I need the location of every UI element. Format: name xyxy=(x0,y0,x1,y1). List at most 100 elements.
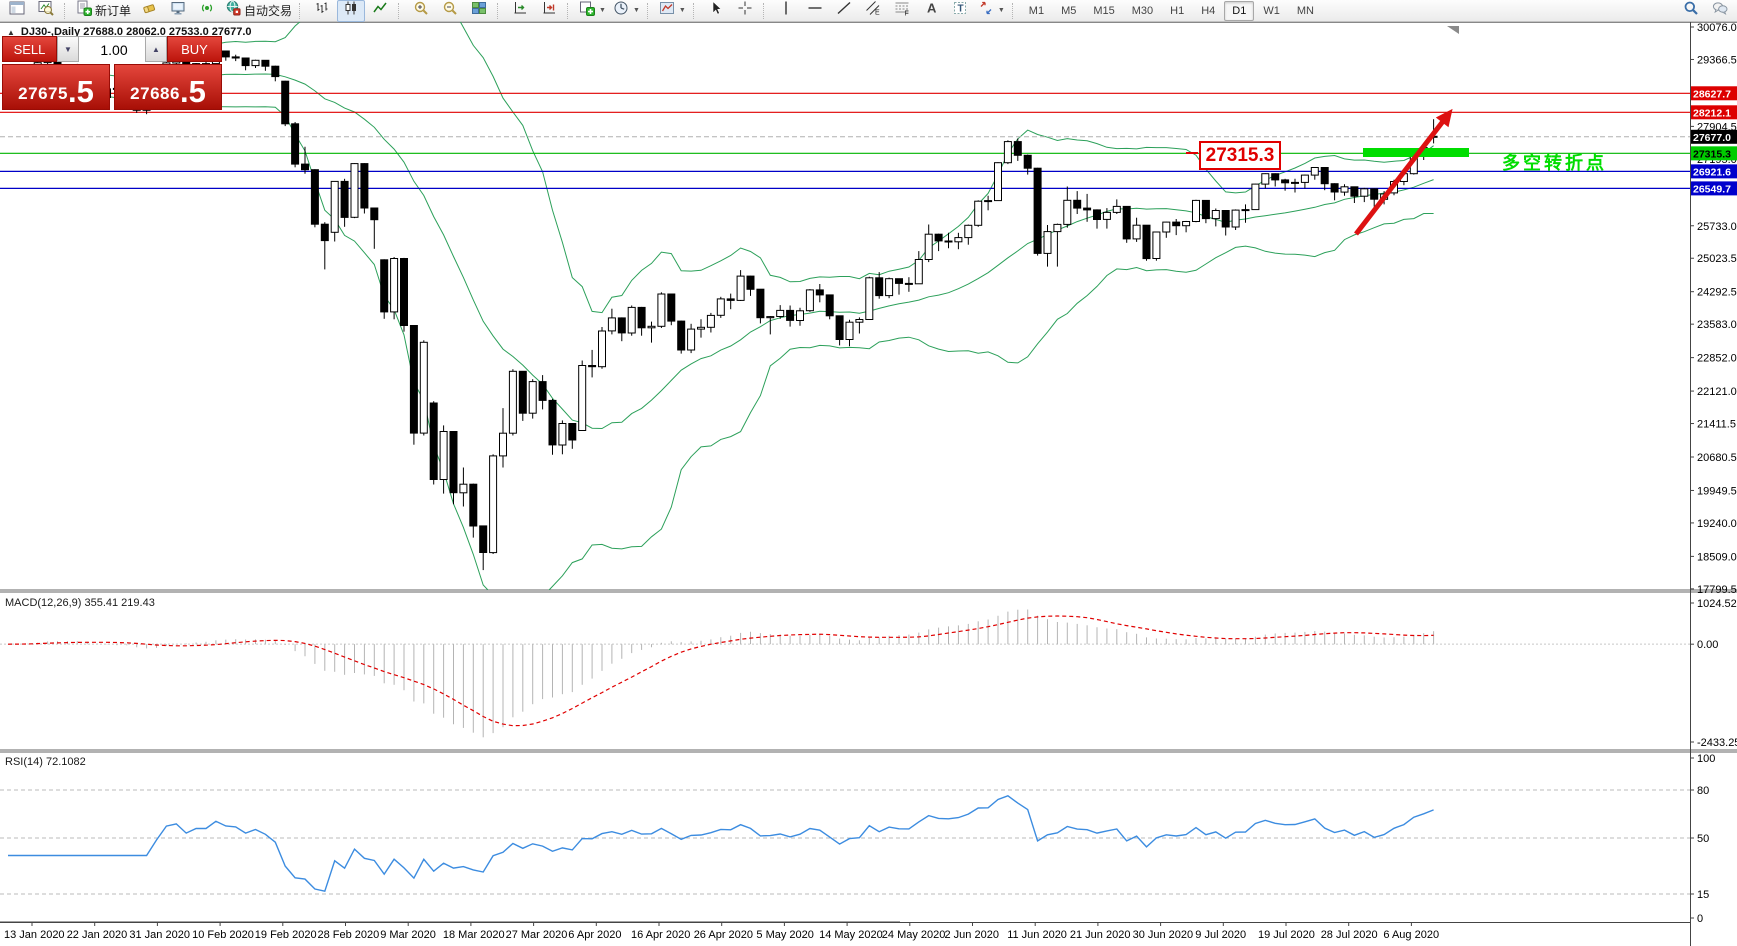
line-chart-button[interactable] xyxy=(366,0,394,22)
equidistant-channel-button[interactable]: E xyxy=(859,0,887,22)
toolbar-button-label: 新订单 xyxy=(95,2,131,19)
svg-text:6 Aug 2020: 6 Aug 2020 xyxy=(1383,929,1439,941)
svg-text:100: 100 xyxy=(1697,753,1715,765)
chart-region[interactable]: 30076.029366.527904.527195.025733.025023… xyxy=(0,22,1737,946)
svg-text:23583.0: 23583.0 xyxy=(1697,319,1737,331)
svg-text:9 Jul 2020: 9 Jul 2020 xyxy=(1195,929,1246,941)
timeframe-w1-button[interactable]: W1 xyxy=(1255,1,1288,21)
new-order-button[interactable]: 新订单 xyxy=(73,0,134,22)
svg-text:29366.5: 29366.5 xyxy=(1697,54,1737,66)
svg-text:14 May 2020: 14 May 2020 xyxy=(819,929,883,941)
signals-icon xyxy=(199,0,215,21)
terminal-icon xyxy=(170,0,186,21)
svg-text:30076.0: 30076.0 xyxy=(1697,22,1737,34)
signals-button[interactable] xyxy=(193,0,221,22)
crosshair-button[interactable] xyxy=(731,0,759,22)
toolbar-separator xyxy=(693,3,698,19)
trendline-button[interactable] xyxy=(830,0,858,22)
svg-text:24 May 2020: 24 May 2020 xyxy=(882,929,946,941)
timeframe-h1-button[interactable]: H1 xyxy=(1162,1,1192,21)
svg-text:21411.5: 21411.5 xyxy=(1697,419,1736,431)
svg-text:24292.5: 24292.5 xyxy=(1697,287,1737,299)
text-icon: A xyxy=(923,0,939,21)
label-icon: T xyxy=(952,0,968,21)
chevron-down-icon: ▼ xyxy=(679,7,686,14)
arrows-button[interactable]: ▼ xyxy=(975,0,1008,22)
sell-price-main: 27675 xyxy=(18,84,68,104)
svg-text:15: 15 xyxy=(1697,889,1709,901)
tile-windows-button[interactable] xyxy=(465,0,493,22)
timeframe-m30-button[interactable]: M30 xyxy=(1124,1,1161,21)
new-chart-button[interactable]: ▼ xyxy=(576,0,609,22)
label-button[interactable]: T xyxy=(946,0,974,22)
charts-window-icon xyxy=(9,0,25,21)
sell-button[interactable]: SELL xyxy=(2,36,57,62)
chevron-down-icon: ▼ xyxy=(633,7,640,14)
toolbar-separator xyxy=(398,3,403,19)
callout-anchor-dash xyxy=(1186,152,1198,154)
zoom-in-button[interactable] xyxy=(407,0,435,22)
svg-text:F: F xyxy=(904,11,908,17)
svg-text:21 Jun 2020: 21 Jun 2020 xyxy=(1070,929,1131,941)
svg-text:-2433.25: -2433.25 xyxy=(1697,737,1737,749)
profiles-button[interactable]: ▼ xyxy=(656,0,689,22)
text-button[interactable]: A xyxy=(917,0,945,22)
bar-chart-icon xyxy=(314,0,330,21)
volume-up-button[interactable]: ▲ xyxy=(145,36,167,62)
toolbar-button-label: 自动交易 xyxy=(244,2,292,19)
turning-point-note[interactable]: 多空转折点 xyxy=(1502,149,1607,175)
chart-shift-button[interactable] xyxy=(535,0,563,22)
charts-window-button[interactable] xyxy=(3,0,31,22)
timeframe-m1-button[interactable]: M1 xyxy=(1021,1,1052,21)
timeframe-m15-button[interactable]: M15 xyxy=(1085,1,1122,21)
svg-text:30 Jun 2020: 30 Jun 2020 xyxy=(1133,929,1194,941)
buy-price-frac: .5 xyxy=(180,80,206,104)
periodicity-icon xyxy=(613,0,629,21)
horizontal-line-button[interactable] xyxy=(801,0,829,22)
rsi-indicator-label: RSI(14) 72.1082 xyxy=(5,756,86,768)
svg-text:26 Apr 2020: 26 Apr 2020 xyxy=(694,929,753,941)
svg-text:28627.7: 28627.7 xyxy=(1693,88,1731,100)
crosshair-icon xyxy=(737,0,753,21)
svg-text:10 Feb 2020: 10 Feb 2020 xyxy=(192,929,254,941)
svg-text:16 Apr 2020: 16 Apr 2020 xyxy=(631,929,690,941)
zoom-out-button[interactable] xyxy=(436,0,464,22)
chat-button[interactable] xyxy=(1706,0,1734,22)
eraser-icon xyxy=(141,0,157,21)
svg-text:25023.5: 25023.5 xyxy=(1697,253,1737,265)
line-chart-icon xyxy=(372,0,388,21)
vertical-line-button[interactable] xyxy=(772,0,800,22)
svg-text:27677.0: 27677.0 xyxy=(1693,132,1731,144)
volume-down-button[interactable]: ▼ xyxy=(57,36,79,62)
timeframe-mn-button[interactable]: MN xyxy=(1289,1,1322,21)
horizontal-line-icon xyxy=(807,0,823,21)
template-button[interactable] xyxy=(32,0,60,22)
cursor-icon xyxy=(708,0,724,21)
price-callout-box[interactable]: 27315.3 xyxy=(1199,141,1281,170)
bar-chart-button[interactable] xyxy=(308,0,336,22)
volume-input[interactable] xyxy=(79,37,149,63)
autotrading-button[interactable]: 自动交易 xyxy=(222,0,295,22)
timeframe-d1-button[interactable]: D1 xyxy=(1224,1,1254,21)
toolbar-separator xyxy=(647,3,652,19)
svg-text:19 Feb 2020: 19 Feb 2020 xyxy=(255,929,317,941)
terminal-button[interactable] xyxy=(164,0,192,22)
sell-price-panel[interactable]: 27675 .5 xyxy=(2,64,110,110)
fibonacci-button[interactable]: F xyxy=(888,0,916,22)
chevron-down-icon: ▼ xyxy=(998,7,1005,14)
svg-text:19 Jul 2020: 19 Jul 2020 xyxy=(1258,929,1315,941)
svg-text:18 Mar 2020: 18 Mar 2020 xyxy=(443,929,505,941)
cursor-button[interactable] xyxy=(702,0,730,22)
symbol-search-button[interactable] xyxy=(1677,0,1705,22)
buy-button[interactable]: BUY xyxy=(167,36,222,62)
auto-scroll-button[interactable] xyxy=(506,0,534,22)
periodicity-button[interactable]: ▼ xyxy=(610,0,643,22)
buy-price-panel[interactable]: 27686 .5 xyxy=(114,64,222,110)
candle-chart-button[interactable] xyxy=(337,0,365,22)
timeframe-h4-button[interactable]: H4 xyxy=(1193,1,1223,21)
toolbar-separator xyxy=(1012,3,1017,19)
svg-text:E: E xyxy=(875,10,880,17)
eraser-button[interactable] xyxy=(135,0,163,22)
timeframe-m5-button[interactable]: M5 xyxy=(1053,1,1084,21)
chart-canvas[interactable]: 30076.029366.527904.527195.025733.025023… xyxy=(0,22,1737,946)
